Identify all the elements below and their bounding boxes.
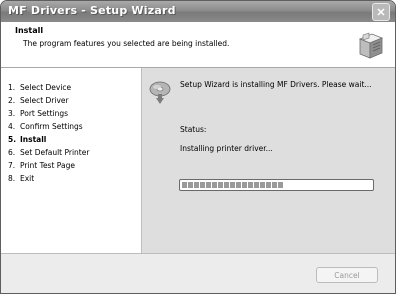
step-number: 6. xyxy=(8,148,16,157)
step-item: 1. Select Device xyxy=(8,83,71,92)
step-label: Confirm Settings xyxy=(20,122,83,131)
step-item: 2. Select Driver xyxy=(8,96,69,105)
progress-block xyxy=(254,182,259,188)
progress-block xyxy=(200,182,205,188)
install-progress-panel: Setup Wizard is installing MF Drivers. P… xyxy=(142,68,395,253)
step-number: 1. xyxy=(8,83,16,92)
close-icon xyxy=(377,8,385,16)
step-item: 4. Confirm Settings xyxy=(8,122,83,131)
step-item: 8. Exit xyxy=(8,174,34,183)
progress-block xyxy=(272,182,277,188)
step-label: Select Driver xyxy=(20,96,69,105)
install-message: Setup Wizard is installing MF Drivers. P… xyxy=(180,80,372,89)
step-number: 7. xyxy=(8,161,16,170)
progress-bar xyxy=(179,179,374,191)
progress-block xyxy=(194,182,199,188)
progress-block xyxy=(278,182,283,188)
step-number: 4. xyxy=(8,122,16,131)
progress-block xyxy=(236,182,241,188)
wizard-footer: Cancel xyxy=(1,253,395,293)
step-item: 3. Port Settings xyxy=(8,109,68,118)
step-label: Port Settings xyxy=(20,109,69,118)
window-title: MF Drivers - Setup Wizard xyxy=(8,4,176,17)
wizard-header: Install The program features you selecte… xyxy=(1,22,395,68)
step-label: Print Test Page xyxy=(20,161,75,170)
title-bar[interactable]: MF Drivers - Setup Wizard xyxy=(1,1,395,22)
progress-block xyxy=(266,182,271,188)
progress-block xyxy=(218,182,223,188)
installer-disc-icon xyxy=(149,81,171,104)
step-item: 6. Set Default Printer xyxy=(8,148,89,157)
step-label: Install xyxy=(20,135,47,144)
progress-block xyxy=(212,182,217,188)
step-number: 5. xyxy=(8,135,17,144)
step-label: Select Device xyxy=(20,83,72,92)
setup-wizard-window: MF Drivers - Setup Wizard Install The pr… xyxy=(0,0,396,294)
page-title: Install xyxy=(15,26,44,35)
close-button[interactable] xyxy=(372,3,390,21)
page-subtitle: The program features you selected are be… xyxy=(23,39,230,48)
step-number: 8. xyxy=(8,174,16,183)
software-box-icon xyxy=(358,32,384,59)
step-label: Exit xyxy=(20,174,35,183)
progress-block xyxy=(206,182,211,188)
step-item: 7. Print Test Page xyxy=(8,161,75,170)
cancel-button[interactable]: Cancel xyxy=(316,267,378,283)
progress-block xyxy=(230,182,235,188)
step-number: 2. xyxy=(8,96,16,105)
progress-block xyxy=(188,182,193,188)
step-item: 5. Install xyxy=(8,135,46,144)
steps-panel: 1. Select Device 2. Select Driver 3. Port Set… xyxy=(1,68,142,253)
progress-block xyxy=(248,182,253,188)
step-label: Set Default Printer xyxy=(20,148,90,157)
status-text: Installing printer driver... xyxy=(180,144,273,153)
progress-block xyxy=(182,182,187,188)
step-number: 3. xyxy=(8,109,16,118)
progress-block xyxy=(260,182,265,188)
progress-block xyxy=(242,182,247,188)
progress-block xyxy=(224,182,229,188)
status-label: Status: xyxy=(180,125,207,134)
progress-fill xyxy=(182,182,283,188)
